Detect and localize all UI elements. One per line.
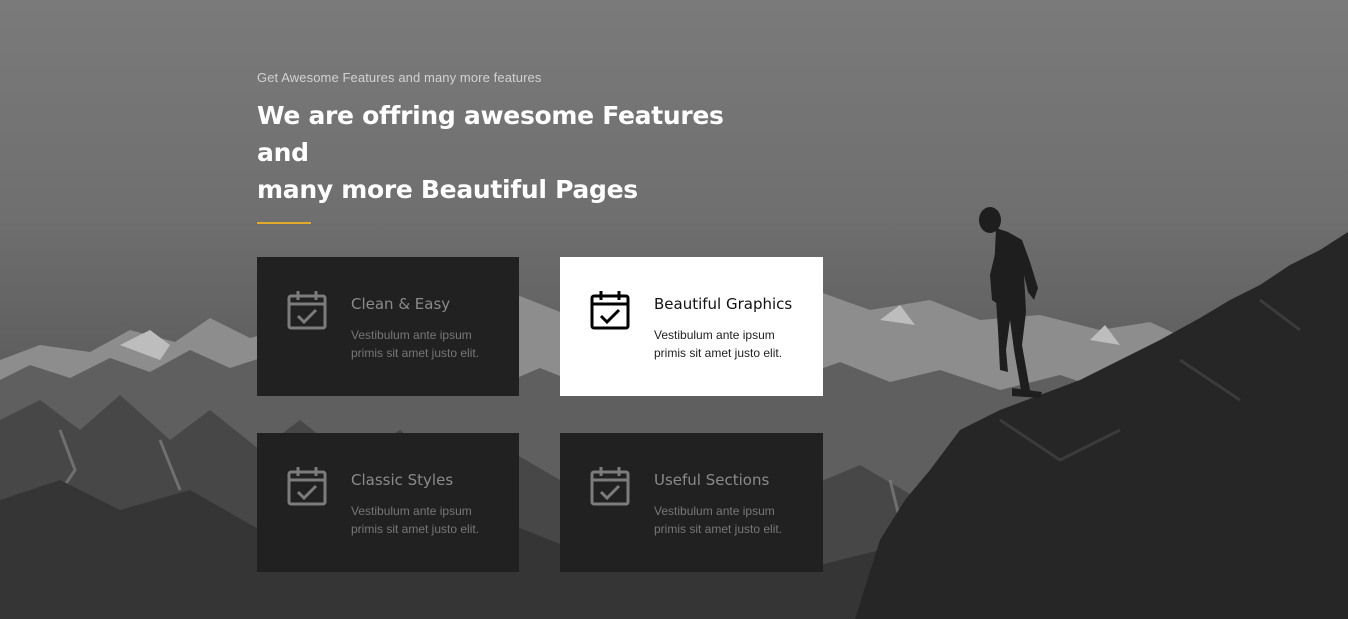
headline-line-2: many more Beautiful Pages: [257, 175, 638, 204]
feature-title: Useful Sections: [654, 471, 770, 489]
calendar-check-icon: [590, 465, 630, 507]
feature-description: Vestibulum ante ipsum primis sit amet ju…: [654, 326, 814, 362]
feature-desc-line-1: Vestibulum ante ipsum: [654, 328, 775, 342]
feature-description: Vestibulum ante ipsum primis sit amet ju…: [654, 502, 814, 538]
feature-desc-line-2: primis sit amet justo elit.: [351, 346, 480, 360]
feature-desc-line-1: Vestibulum ante ipsum: [351, 504, 472, 518]
section-headline: We are offring awesome Features and many…: [257, 97, 777, 208]
feature-title: Clean & Easy: [351, 295, 451, 313]
calendar-check-icon: [287, 465, 327, 507]
feature-card-classic-styles[interactable]: Classic Styles Vestibulum ante ipsum pri…: [257, 433, 519, 572]
section-eyebrow: Get Awesome Features and many more featu…: [257, 70, 542, 85]
section-header: Get Awesome Features and many more featu…: [257, 70, 777, 224]
feature-title: Classic Styles: [351, 471, 454, 489]
calendar-check-icon: [590, 289, 630, 331]
feature-card-clean-easy[interactable]: Clean & Easy Vestibulum ante ipsum primi…: [257, 257, 519, 396]
feature-title: Beautiful Graphics: [654, 295, 793, 313]
feature-desc-line-2: primis sit amet justo elit.: [351, 522, 480, 536]
accent-divider: [257, 222, 311, 224]
calendar-check-icon: [287, 289, 327, 331]
feature-desc-line-1: Vestibulum ante ipsum: [351, 328, 472, 342]
feature-desc-line-2: primis sit amet justo elit.: [654, 522, 783, 536]
feature-description: Vestibulum ante ipsum primis sit amet ju…: [351, 502, 511, 538]
features-section: Get Awesome Features and many more featu…: [0, 0, 1348, 619]
feature-desc-line-2: primis sit amet justo elit.: [654, 346, 783, 360]
feature-description: Vestibulum ante ipsum primis sit amet ju…: [351, 326, 511, 362]
feature-desc-line-1: Vestibulum ante ipsum: [654, 504, 775, 518]
headline-line-1: We are offring awesome Features and: [257, 101, 724, 167]
feature-card-useful-sections[interactable]: Useful Sections Vestibulum ante ipsum pr…: [560, 433, 823, 572]
feature-card-beautiful-graphics[interactable]: Beautiful Graphics Vestibulum ante ipsum…: [560, 257, 823, 396]
